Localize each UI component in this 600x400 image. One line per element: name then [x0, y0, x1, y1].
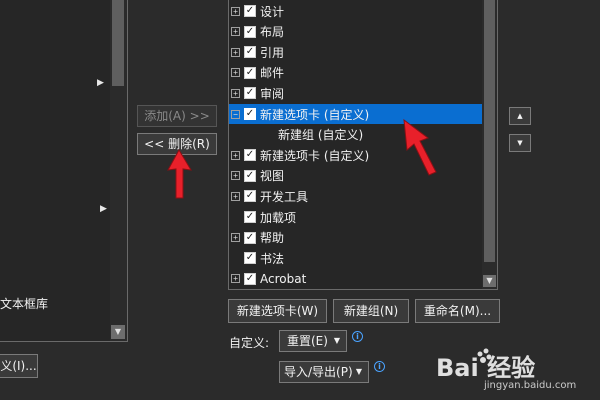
move-down-button[interactable]: ▼ [509, 134, 531, 152]
tree-item[interactable]: − ✓ 新建选项卡 (自定义) [229, 104, 482, 124]
tree-item[interactable]: + ✓ 视图 [229, 166, 284, 186]
tab-checkbox[interactable]: ✓ [244, 25, 256, 38]
annotation-arrow-icon [167, 148, 192, 199]
tree-item-label: 布局 [260, 25, 285, 40]
tree-item-label: 新建组 (自定义) [278, 128, 364, 143]
expand-icon[interactable]: + [231, 68, 240, 78]
tree-item-label: 邮件 [260, 66, 285, 81]
tree-item[interactable]: + ✓ 审阅 [229, 83, 284, 103]
watermark-url: jingyan.baidu.com [484, 380, 577, 391]
tree-item[interactable]: ✓ 加载项 [229, 207, 296, 227]
commands-scrollbar-thumb[interactable] [112, 0, 124, 86]
keyboard-customize-button[interactable]: 义(I)... [0, 354, 38, 378]
tab-checkbox[interactable]: ✓ [244, 46, 256, 59]
tab-checkbox[interactable]: ✓ [244, 108, 256, 120]
import-export-label: 导入/导出(P) [284, 365, 353, 379]
chevron-right-icon: ▶ [100, 204, 107, 214]
tab-checkbox[interactable]: ✓ [244, 149, 256, 162]
tree-scrollbar[interactable]: ▼ [482, 0, 497, 289]
expand-icon[interactable]: + [231, 6, 240, 16]
customize-label: 自定义: [229, 336, 270, 350]
annotation-arrow-icon [403, 118, 437, 176]
chevron-down-icon: ▼ [355, 367, 362, 376]
chevron-down-icon: ▼ [333, 336, 340, 345]
add-button[interactable]: 添加(A) >> [137, 105, 217, 127]
tree-item-label: 新建选项卡 (自定义) [260, 107, 370, 122]
tree-item[interactable]: + ✓ 邮件 [229, 63, 284, 83]
import-export-dropdown[interactable]: 导入/导出(P) ▼ [279, 361, 369, 383]
scroll-down-icon[interactable]: ▼ [483, 275, 496, 287]
chevron-right-icon: ▶ [97, 78, 104, 88]
tree-item[interactable]: + ✓ 设计 [229, 1, 284, 21]
commands-list[interactable] [0, 0, 128, 342]
tab-checkbox[interactable]: ✓ [244, 211, 256, 223]
expand-icon[interactable]: + [231, 150, 240, 160]
expand-icon[interactable]: + [231, 274, 240, 284]
tree-item-label: 帮助 [260, 231, 285, 246]
expand-icon[interactable]: + [231, 233, 240, 243]
tab-checkbox[interactable]: ✓ [244, 66, 256, 79]
watermark-brand: Bai 经验 [436, 354, 536, 382]
tree-item[interactable]: + ✓ 新建选项卡 (自定义) [229, 145, 369, 165]
tab-checkbox[interactable]: ✓ [244, 190, 256, 203]
tree-item[interactable]: ✓ 书法 [229, 248, 284, 268]
rename-button[interactable]: 重命名(M)... [415, 299, 500, 323]
expand-icon[interactable]: + [231, 27, 240, 37]
tree-item[interactable]: + ✓ 引用 [229, 42, 284, 62]
reset-dropdown[interactable]: 重置(E) ▼ [279, 330, 347, 352]
tree-item-label: 引用 [260, 45, 285, 60]
move-up-button[interactable]: ▲ [509, 107, 531, 125]
tree-item-label: 书法 [260, 251, 285, 266]
info-icon[interactable]: i [374, 361, 385, 372]
reset-label: 重置(E) [287, 334, 328, 348]
tab-checkbox[interactable]: ✓ [244, 169, 256, 182]
commands-list-item[interactable]: 文本框库 [0, 295, 48, 312]
tree-item[interactable]: + ✓ 布局 [229, 22, 284, 42]
tree-item[interactable]: + ✓ Acrobat [229, 269, 306, 289]
tree-scrollbar-thumb[interactable] [484, 0, 495, 262]
tree-item[interactable]: 新建组 (自定义) [229, 125, 363, 145]
tree-item-label: 加载项 [260, 210, 297, 225]
scroll-down-icon[interactable]: ▼ [111, 325, 125, 339]
expand-icon[interactable]: + [231, 191, 240, 201]
tree-item-label: Acrobat [260, 271, 307, 286]
new-group-button[interactable]: 新建组(N) [333, 299, 409, 323]
tree-item-label: 开发工具 [260, 189, 309, 204]
tree-item-label: 设计 [260, 4, 285, 19]
expand-icon[interactable]: + [231, 171, 240, 181]
expand-icon[interactable]: + [231, 47, 240, 57]
collapse-icon[interactable]: − [231, 109, 240, 119]
tab-checkbox[interactable]: ✓ [244, 252, 256, 265]
tree-item-label: 审阅 [260, 86, 285, 101]
tab-checkbox[interactable]: ✓ [244, 87, 256, 100]
tab-checkbox[interactable]: ✓ [244, 5, 256, 17]
tab-checkbox[interactable]: ✓ [244, 231, 256, 244]
tree-item[interactable]: + ✓ 帮助 [229, 228, 284, 248]
new-tab-button[interactable]: 新建选项卡(W) [228, 299, 327, 323]
tree-item[interactable]: + ✓ 开发工具 [229, 186, 308, 206]
tree-item-label: 新建选项卡 (自定义) [260, 148, 370, 163]
baidu-watermark: Bai 经验 jingyan.baidu.com [436, 346, 596, 396]
info-icon[interactable]: i [352, 331, 363, 342]
expand-icon[interactable]: + [231, 88, 240, 98]
tab-checkbox[interactable]: ✓ [244, 272, 256, 285]
commands-scrollbar[interactable]: ▼ [110, 0, 127, 341]
tree-item-label: 视图 [260, 169, 285, 184]
